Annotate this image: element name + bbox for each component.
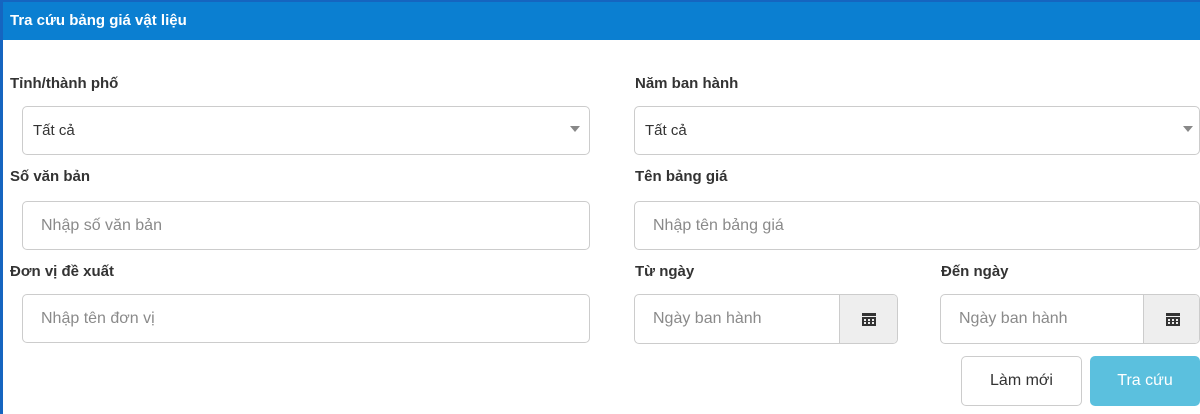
doc-number-field — [22, 201, 590, 250]
panel-title: Tra cứu bảng giá vật liệu — [10, 12, 187, 29]
province-select[interactable]: Tất cả — [22, 106, 590, 155]
doc-number-input[interactable] — [23, 202, 589, 249]
panel-header: Tra cứu bảng giá vật liệu — [3, 2, 1200, 40]
proposing-unit-field — [22, 294, 590, 343]
reset-button[interactable]: Làm mới — [961, 356, 1082, 406]
province-label: Tỉnh/thành phố — [10, 75, 119, 92]
price-table-name-label: Tên bảng giá — [635, 168, 728, 185]
to-date-label: Đến ngày — [941, 263, 1009, 280]
from-date-label: Từ ngày — [635, 263, 695, 280]
doc-number-label: Số văn bản — [10, 168, 91, 185]
year-select[interactable]: Tất cả — [634, 106, 1200, 155]
province-selected-value: Tất cả — [33, 122, 75, 139]
price-table-name-input[interactable] — [635, 202, 1199, 249]
price-table-name-field — [634, 201, 1200, 250]
from-date-input[interactable] — [635, 295, 840, 343]
search-button[interactable]: Tra cứu — [1090, 356, 1200, 406]
to-date-input[interactable] — [941, 295, 1142, 343]
from-date-group — [634, 294, 898, 344]
caret-down-icon — [570, 126, 580, 132]
caret-down-icon — [1183, 126, 1193, 132]
from-date-calendar-button[interactable] — [839, 295, 897, 343]
to-date-calendar-button[interactable] — [1143, 295, 1199, 343]
search-panel: Tra cứu bảng giá vật liệu Tỉnh/thành phố… — [0, 0, 1200, 414]
proposing-unit-label: Đơn vị đề xuất — [10, 263, 115, 280]
calendar-icon — [862, 313, 876, 326]
calendar-icon — [1166, 313, 1180, 326]
year-label: Năm ban hành — [635, 75, 739, 92]
proposing-unit-input[interactable] — [23, 295, 589, 342]
to-date-group — [940, 294, 1200, 344]
year-selected-value: Tất cả — [645, 122, 687, 139]
